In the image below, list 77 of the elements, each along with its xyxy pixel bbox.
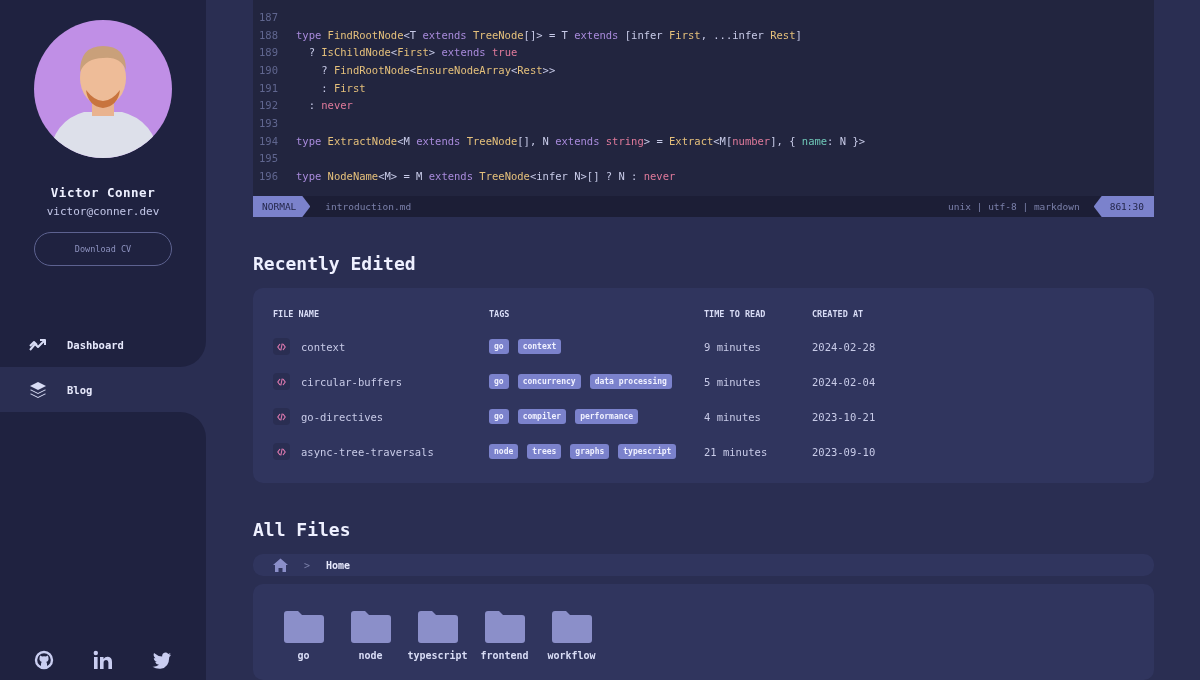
folder-name[interactable]: frontend: [480, 650, 529, 662]
file-name-link[interactable]: context: [301, 340, 346, 353]
line-number: 192: [258, 99, 279, 112]
tag[interactable]: compiler: [517, 409, 567, 424]
column-header: CREATED AT: [812, 309, 865, 319]
code-file-icon: [273, 373, 290, 390]
file-name-link[interactable]: go-directives: [301, 410, 384, 423]
line-number: 195: [258, 152, 279, 165]
tag[interactable]: performance: [575, 409, 639, 424]
column-header: FILE NAME: [273, 309, 321, 319]
line-number: 190: [258, 63, 279, 76]
table-cell-text: 5 minutes: [704, 375, 762, 388]
folder-name[interactable]: node: [358, 650, 383, 662]
tag[interactable]: go: [489, 339, 509, 354]
code-file-icon: [273, 408, 290, 425]
mode-indicator: NORMAL: [253, 196, 311, 217]
table-cell-text: 9 minutes: [704, 340, 762, 353]
folder-icon[interactable]: [551, 611, 592, 644]
table-cell-text: 2023-10-21: [812, 410, 877, 423]
line-number: 188: [258, 28, 279, 41]
file-info: unix | utf-8 | markdown: [948, 201, 1080, 212]
tag[interactable]: data processing: [589, 374, 672, 389]
table-cell-text: 2024-02-04: [812, 375, 877, 388]
code-line: type ExtractNode<M extends TreeNode[], N extends string> = Extract<M[number], { name: N }>: [296, 134, 866, 147]
table-cell-text: 2023-09-10: [812, 445, 877, 458]
table-cell-text: 21 minutes: [704, 445, 769, 458]
folder-icon[interactable]: [484, 611, 525, 644]
line-number: 189: [258, 46, 279, 59]
cursor-position: 861:30: [1093, 196, 1154, 217]
code-line: ? IsChildNode<First> extends true: [307, 46, 518, 59]
folder-icon[interactable]: [417, 611, 458, 644]
tag[interactable]: typescript: [618, 444, 677, 459]
file-name-link[interactable]: circular-buffers: [301, 375, 403, 388]
breadcrumb-item[interactable]: Home: [326, 559, 351, 571]
file-name-link[interactable]: async-tree-traversals: [301, 445, 434, 458]
tag[interactable]: go: [489, 374, 509, 389]
table-cell-text: 2024-02-28: [812, 340, 877, 353]
line-number: 194: [258, 134, 279, 147]
tag[interactable]: graphs: [570, 444, 610, 459]
code-line: type NodeName<M> = M extends TreeNode<infer N>[] ? N : never: [296, 170, 676, 183]
folder-icon[interactable]: [350, 611, 391, 644]
code-line: type FindRootNode<T extends TreeNode[]> = T extends [infer First, ...infer Rest]: [296, 28, 802, 41]
file-name: introduction.md: [325, 201, 413, 212]
profile-name: Victor Conner: [50, 185, 156, 200]
tag[interactable]: context: [517, 339, 562, 354]
trend-icon: [29, 336, 47, 353]
code-line: ? FindRootNode<EnsureNodeArray<Rest>>: [320, 63, 556, 76]
breadcrumb-separator: >: [304, 559, 311, 571]
line-number: 187: [258, 10, 279, 23]
table-cell-text: 4 minutes: [704, 410, 762, 423]
code-file-icon: [273, 338, 290, 355]
tag[interactable]: concurrency: [517, 374, 581, 389]
code-line: : First: [320, 81, 366, 94]
folder-icon[interactable]: [283, 611, 324, 644]
nav-item[interactable]: Blog: [0, 367, 206, 412]
profile-email: victor@conner.dev: [46, 205, 160, 218]
line-number: 191: [258, 81, 279, 94]
section-title: All Files: [253, 519, 352, 540]
line-number: 193: [258, 116, 279, 129]
folder-name[interactable]: typescript: [407, 650, 468, 662]
column-header: TAGS: [489, 309, 511, 319]
line-number: 196: [258, 170, 279, 183]
tag[interactable]: node: [489, 444, 519, 459]
section-title: Recently Edited: [253, 253, 417, 274]
tag[interactable]: trees: [527, 444, 562, 459]
bird-icon[interactable]: [152, 652, 172, 670]
folder-name[interactable]: workflow: [547, 650, 596, 662]
layers-icon: [29, 380, 47, 399]
code-line: : never: [307, 99, 353, 112]
github-icon[interactable]: [34, 650, 54, 670]
nav-item[interactable]: Dashboard: [0, 322, 206, 367]
tag[interactable]: go: [489, 409, 509, 424]
folder-name[interactable]: go: [297, 650, 310, 662]
home-icon[interactable]: [273, 558, 288, 573]
code-file-icon: [273, 443, 290, 460]
linkedin-icon[interactable]: [93, 650, 113, 670]
column-header: TIME TO READ: [704, 309, 767, 319]
